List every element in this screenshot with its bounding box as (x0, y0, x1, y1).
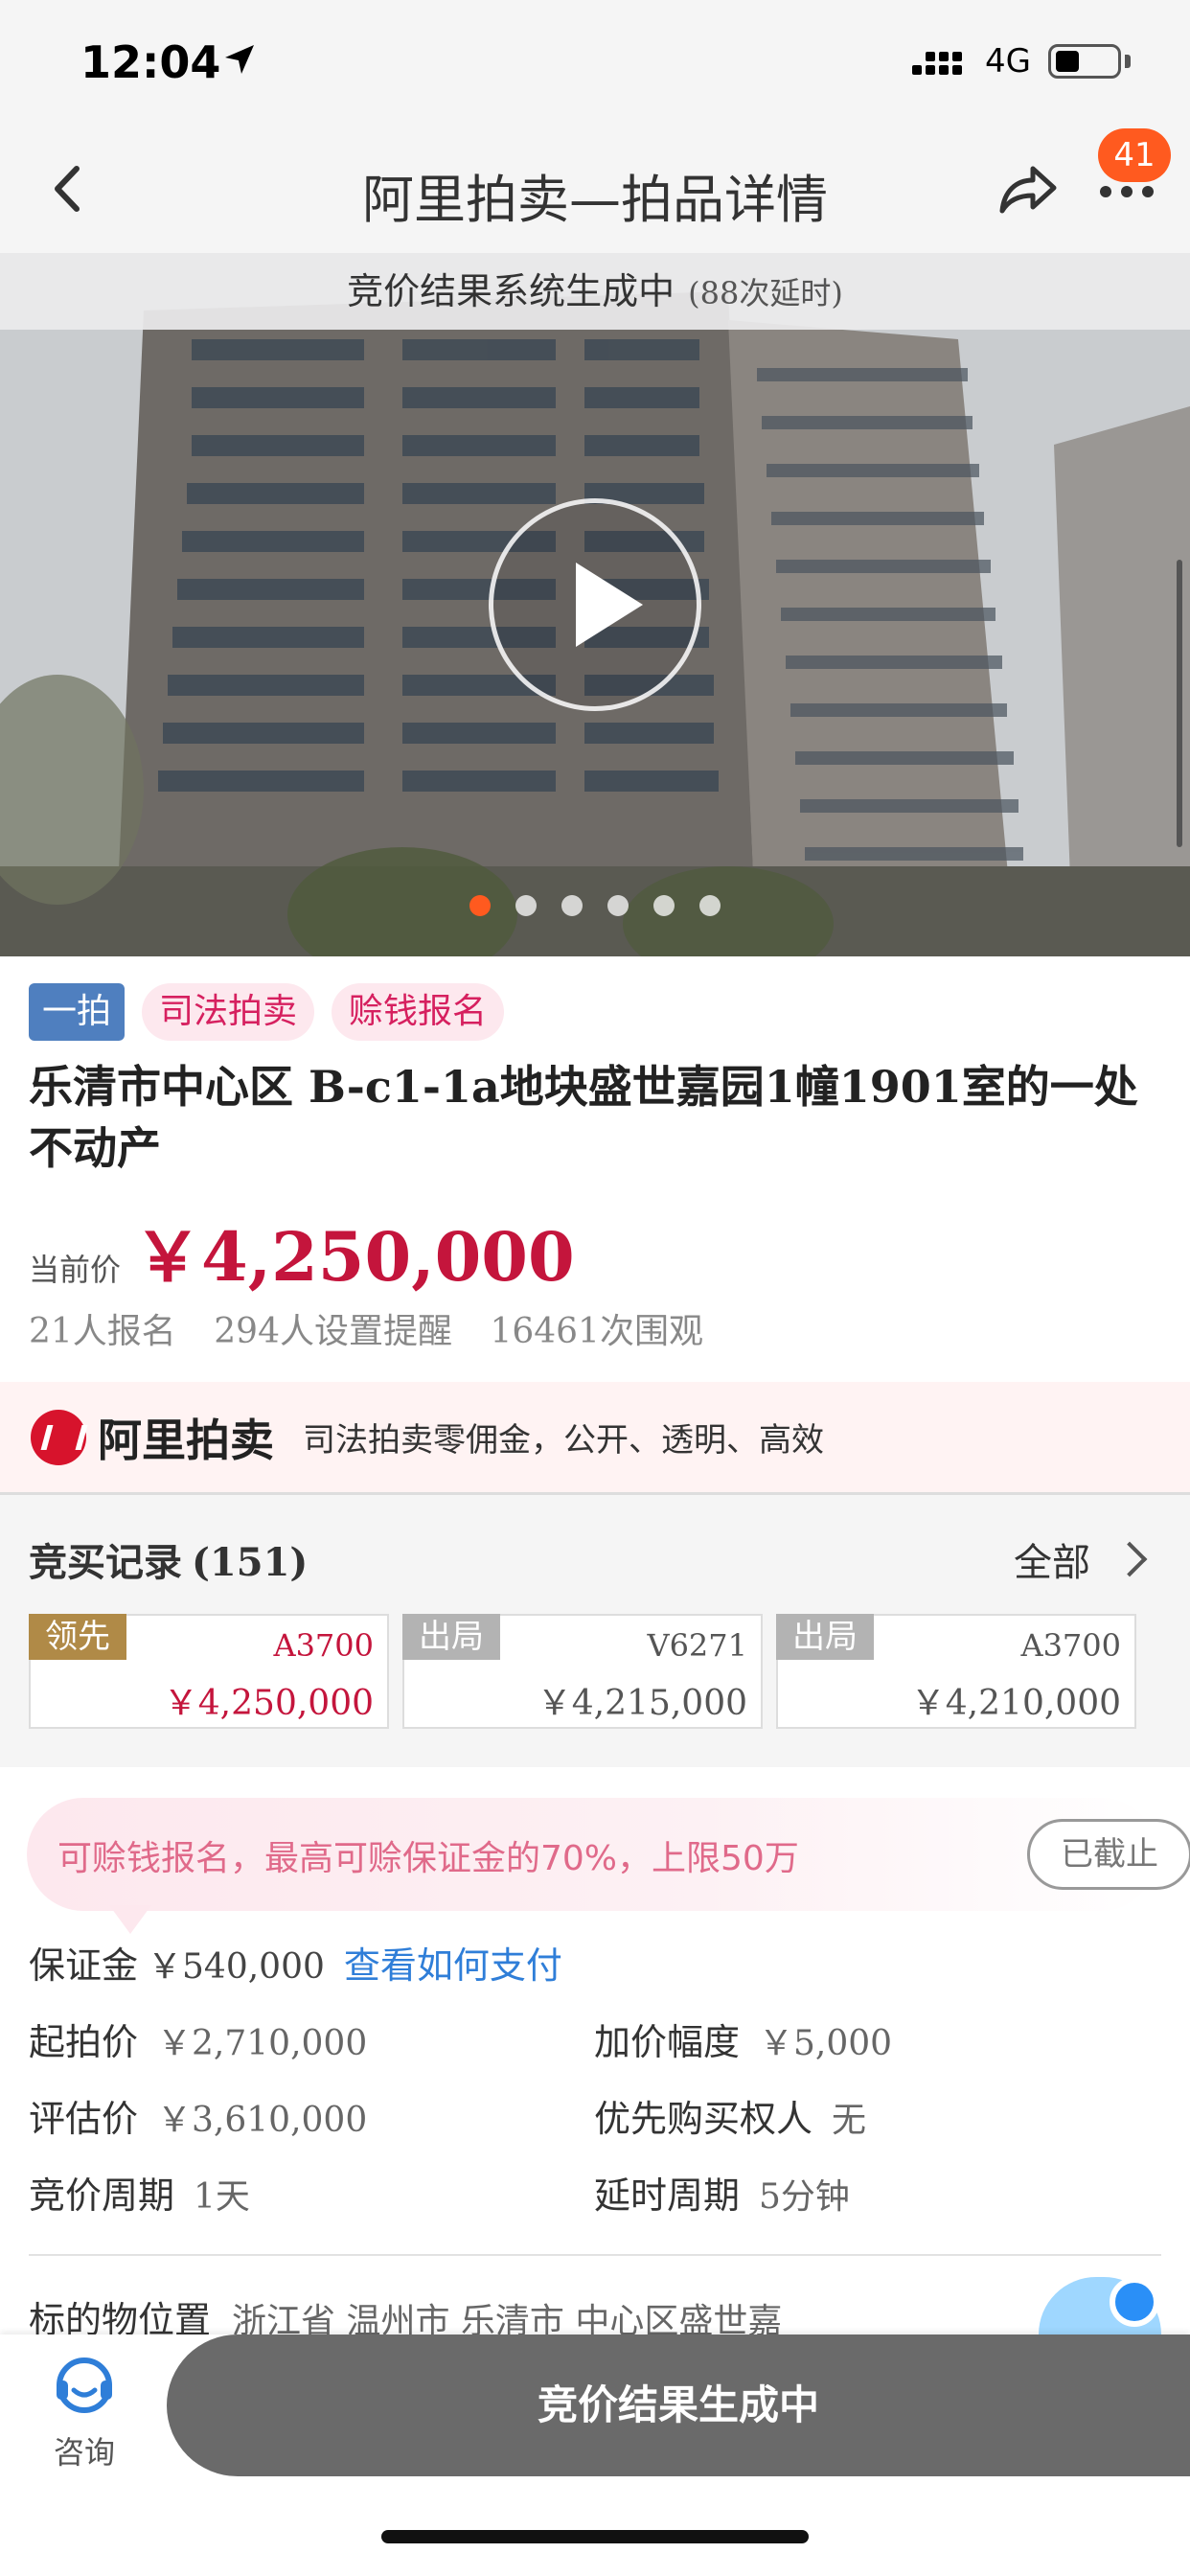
round-tag: 一拍 (29, 983, 126, 1041)
delay-period-row: 延时周期 5分钟 (594, 2166, 850, 2219)
view-count: 16461次围观 (490, 1312, 703, 1351)
bid-status-badge: 出局 (402, 1614, 500, 1660)
carousel-dot[interactable] (561, 895, 583, 916)
price-label: 当前价 (29, 1252, 122, 1288)
credit-signup-tag: 赊钱报名 (332, 983, 505, 1041)
headset-icon (57, 2358, 112, 2413)
bid-card[interactable]: 出局 V6271 ￥4,215,000 (402, 1614, 763, 1729)
bid-result-button[interactable]: 竞价结果生成中 (167, 2334, 1190, 2476)
bid-records-count: (151) (192, 1540, 309, 1585)
ali-auction-logo-icon (31, 1409, 86, 1465)
banner-slogan: 司法拍卖零佣金，公开、透明、高效 (303, 1421, 824, 1460)
bidder-id: V6271 (647, 1627, 747, 1664)
play-video-button[interactable] (489, 498, 701, 711)
item-stats: 21人报名 294人设置提醒 16461次围观 (29, 1303, 730, 1353)
view-all-label: 全部 (1014, 1541, 1090, 1585)
bid-card[interactable]: 领先 A3700 ￥4,250,000 (29, 1614, 389, 1729)
priority-buyer-label: 优先购买权人 (594, 2098, 813, 2140)
priority-buyer-row: 优先购买权人 无 (594, 2089, 866, 2142)
auction-status-text: 竞价结果系统生成中 (347, 270, 675, 312)
bid-status-badge: 领先 (29, 1614, 126, 1660)
reminder-count: 294人设置提醒 (214, 1312, 452, 1351)
start-price-value: ￥2,710,000 (157, 2024, 368, 2063)
increment-row: 加价幅度 ￥5,000 (594, 2012, 892, 2065)
auction-status-strip: 竞价结果系统生成中 (88次延时) (0, 253, 1190, 330)
deposit-row: 保证金 ￥540,000 查看如何支付 (29, 1936, 562, 1989)
carousel-dots (0, 895, 1190, 916)
bid-period-row: 竞价周期 1天 (29, 2166, 250, 2219)
appraisal-row: 评估价 ￥3,610,000 (29, 2089, 367, 2142)
item-title: 乐清市中心区 B-c1-1a地块盛世嘉园1幢1901室的一处不动产 (29, 1061, 1138, 1174)
start-price-label: 起拍价 (29, 2021, 139, 2063)
delay-period-value: 5分钟 (759, 2177, 850, 2217)
appraisal-value: ￥3,610,000 (157, 2101, 368, 2140)
signal-dots-icon (912, 52, 963, 75)
judicial-auction-tag: 司法拍卖 (142, 983, 315, 1041)
carousel-dot[interactable] (515, 895, 537, 916)
location-arrow-icon (225, 45, 254, 74)
delay-period-label: 延时周期 (594, 2174, 741, 2217)
increment-label: 加价幅度 (594, 2021, 741, 2063)
current-price: ￥4,250,000 (134, 1217, 575, 1297)
appraisal-label: 评估价 (29, 2098, 139, 2140)
message-count-badge: 41 (1098, 128, 1171, 182)
battery-tip (1125, 55, 1131, 68)
bid-card[interactable]: 出局 A3700 ￥4,210,000 (776, 1614, 1136, 1729)
ali-auction-banner: 阿里拍卖 司法拍卖零佣金，公开、透明、高效 (0, 1382, 1190, 1495)
home-indicator (381, 2530, 809, 2543)
bid-price: ￥4,250,000 (163, 1684, 374, 1723)
priority-buyer-value: 无 (832, 2101, 867, 2140)
nav-bar: 阿里拍卖—拍品详情 41 (0, 126, 1190, 253)
bid-period-value: 1天 (194, 2177, 250, 2217)
carousel-dot[interactable] (653, 895, 675, 916)
scroll-indicator (1177, 560, 1182, 847)
how-to-pay-link[interactable]: 查看如何支付 (344, 1936, 562, 1989)
bid-records-title: 竞买记录 (151) (29, 1531, 308, 1587)
delay-count-text: (88次延时) (688, 275, 843, 311)
bid-price: ￥4,215,000 (537, 1684, 747, 1723)
divider (29, 2254, 1161, 2256)
notice-text: 可赊钱报名，最高可赊保证金的70%，上限50万 (57, 1839, 799, 1878)
status-bar: 12:04 4G (0, 0, 1190, 126)
signup-count: 21人报名 (29, 1312, 176, 1351)
bidder-id: A3700 (1020, 1627, 1121, 1664)
deposit-value: ￥540,000 (148, 1947, 325, 1987)
bidder-id: A3700 (273, 1627, 374, 1664)
bid-period-label: 竞价周期 (29, 2174, 175, 2217)
battery-icon (1048, 44, 1121, 79)
chevron-right-icon (1111, 1541, 1148, 1577)
bid-cards: 领先 A3700 ￥4,250,000 出局 V6271 ￥4,215,000 … (29, 1614, 1136, 1729)
product-image-carousel[interactable]: 竞价结果系统生成中 (88次延时) (0, 253, 1190, 956)
bid-records-section: 竞买记录 (151) 全部 领先 A3700 ￥4,250,000 出局 V627… (0, 1495, 1190, 1767)
ali-auction-logo-text: 阿里拍卖 (98, 1414, 274, 1466)
share-icon[interactable] (995, 153, 1064, 222)
closed-button[interactable]: 已截止 (1027, 1819, 1190, 1890)
current-price-row: 当前价 ￥4,250,000 (29, 1204, 575, 1300)
start-price-row: 起拍价 ￥2,710,000 (29, 2012, 367, 2065)
bid-records-label: 竞买记录 (29, 1541, 182, 1585)
carousel-dot[interactable] (607, 895, 629, 916)
bid-price: ￥4,210,000 (910, 1684, 1121, 1723)
credit-signup-notice: 可赊钱报名，最高可赊保证金的70%，上限50万 已截止 (27, 1798, 1190, 1934)
bid-status-badge: 出局 (776, 1614, 874, 1660)
network-type: 4G (985, 42, 1031, 80)
carousel-dot[interactable] (699, 895, 721, 916)
view-all-bids-link[interactable]: 全部 (1014, 1531, 1148, 1587)
increment-value: ￥5,000 (759, 2024, 893, 2063)
status-time: 12:04 (80, 36, 221, 88)
deposit-label: 保证金 (29, 1944, 139, 1987)
consult-button[interactable]: 咨询 (38, 2352, 130, 2472)
auction-tags: 一拍 司法拍卖 赊钱报名 (29, 983, 505, 1041)
consult-label: 咨询 (53, 2434, 115, 2471)
carousel-dot[interactable] (469, 895, 491, 916)
